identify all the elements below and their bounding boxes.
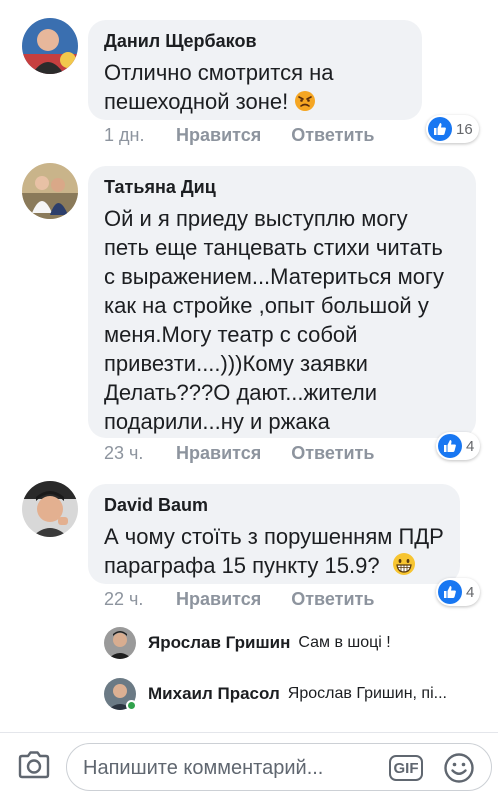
like-button[interactable]: Нравится — [176, 443, 261, 464]
comment-timestamp[interactable]: 1 дн. — [104, 125, 176, 146]
comment-text-line: А чому стоїть з порушенням ПДР — [104, 524, 444, 549]
comment-input[interactable]: Напишите комментарий... GIF — [66, 743, 492, 791]
reaction-badge[interactable]: 4 — [436, 432, 481, 460]
reaction-count: 4 — [466, 437, 475, 455]
like-button[interactable]: Нравится — [176, 125, 261, 146]
reaction-badge[interactable]: 4 — [436, 578, 481, 606]
comment-input-placeholder: Напишите комментарий... — [83, 757, 324, 779]
like-button[interactable]: Нравится — [176, 589, 261, 610]
comment-text-line: с выражением...Материться могу — [104, 264, 445, 289]
comment-actions: 1 дн. Нравится Ответить — [104, 122, 404, 148]
comment-timestamp[interactable]: 23 ч. — [104, 443, 176, 464]
comment-timestamp[interactable]: 22 ч. — [104, 589, 176, 610]
reply-preview[interactable]: Ярослав Гришин Сам в шоці ! — [104, 623, 498, 663]
comment-text-line: как на стройке ,опыт большой у — [104, 293, 429, 318]
comment-text-line: привезти....)))Кому заявки — [104, 351, 368, 376]
reply-text: Ярослав Гришин, пі... — [287, 685, 447, 702]
reply-button[interactable]: Ответить — [291, 443, 374, 464]
emoji-icon[interactable] — [443, 752, 475, 784]
comment-text-line: Отлично смотрится на — [104, 60, 334, 85]
comment-feed: Данил Щербаков Отлично смотрится на пеше… — [0, 0, 498, 732]
comment-author[interactable]: Данил Щербаков — [104, 30, 406, 52]
avatar[interactable] — [104, 627, 136, 659]
comment-bubble: David Baum А чому стоїть з порушенням ПД… — [88, 484, 460, 584]
reply-text: Сам в шоці ! — [298, 634, 391, 651]
thumbs-up-icon — [438, 580, 462, 604]
avatar[interactable] — [22, 481, 78, 537]
reply-button[interactable]: Ответить — [291, 589, 374, 610]
avatar[interactable] — [22, 163, 78, 219]
comment-actions: 23 ч. Нравится Ответить — [104, 440, 404, 466]
comment-bubble: Татьяна Диц Ой и я приеду выступлю могу … — [88, 166, 476, 438]
comment-text-line: петь еще танцевать стихи читать — [104, 235, 443, 260]
thumbs-up-icon — [438, 434, 462, 458]
comment-text-line: меня.Могу театр с собой — [104, 322, 358, 347]
comment-text-line: Делать???О дают...жители — [104, 380, 377, 405]
comment-author[interactable]: Татьяна Диц — [104, 176, 460, 198]
comment-text-line: подарили...ну и ржака — [104, 409, 330, 434]
avatar[interactable] — [104, 678, 137, 711]
angry-emoji-icon — [294, 90, 316, 119]
reply-button[interactable]: Ответить — [291, 125, 374, 146]
comment-bubble: Данил Щербаков Отлично смотрится на пеше… — [88, 20, 422, 120]
reaction-count: 16 — [456, 120, 473, 138]
camera-icon[interactable] — [16, 747, 52, 783]
comment-text-line: Ой и я приеду выступлю могу — [104, 206, 408, 231]
comment-text-line: пешеходной зоне! — [104, 87, 406, 119]
thumbs-up-icon — [428, 117, 452, 141]
comment-actions: 22 ч. Нравится Ответить — [104, 586, 404, 612]
comment-author[interactable]: David Baum — [104, 494, 444, 516]
comment-text-line: параграфа 15 пункту 15.9? — [104, 551, 444, 583]
grinning-emoji-icon — [392, 552, 416, 583]
online-status-icon — [126, 700, 137, 711]
reaction-count: 4 — [466, 583, 475, 601]
comment-composer: Напишите комментарий... GIF — [0, 732, 498, 800]
reply-preview[interactable]: Михаил Прасол Ярослав Гришин, пі... — [104, 674, 498, 714]
gif-button[interactable]: GIF — [389, 755, 423, 781]
avatar[interactable] — [22, 18, 78, 74]
reaction-badge[interactable]: 16 — [426, 115, 479, 143]
reply-author[interactable]: Михаил Прасол — [148, 684, 280, 704]
reply-author[interactable]: Ярослав Гришин — [148, 633, 290, 653]
